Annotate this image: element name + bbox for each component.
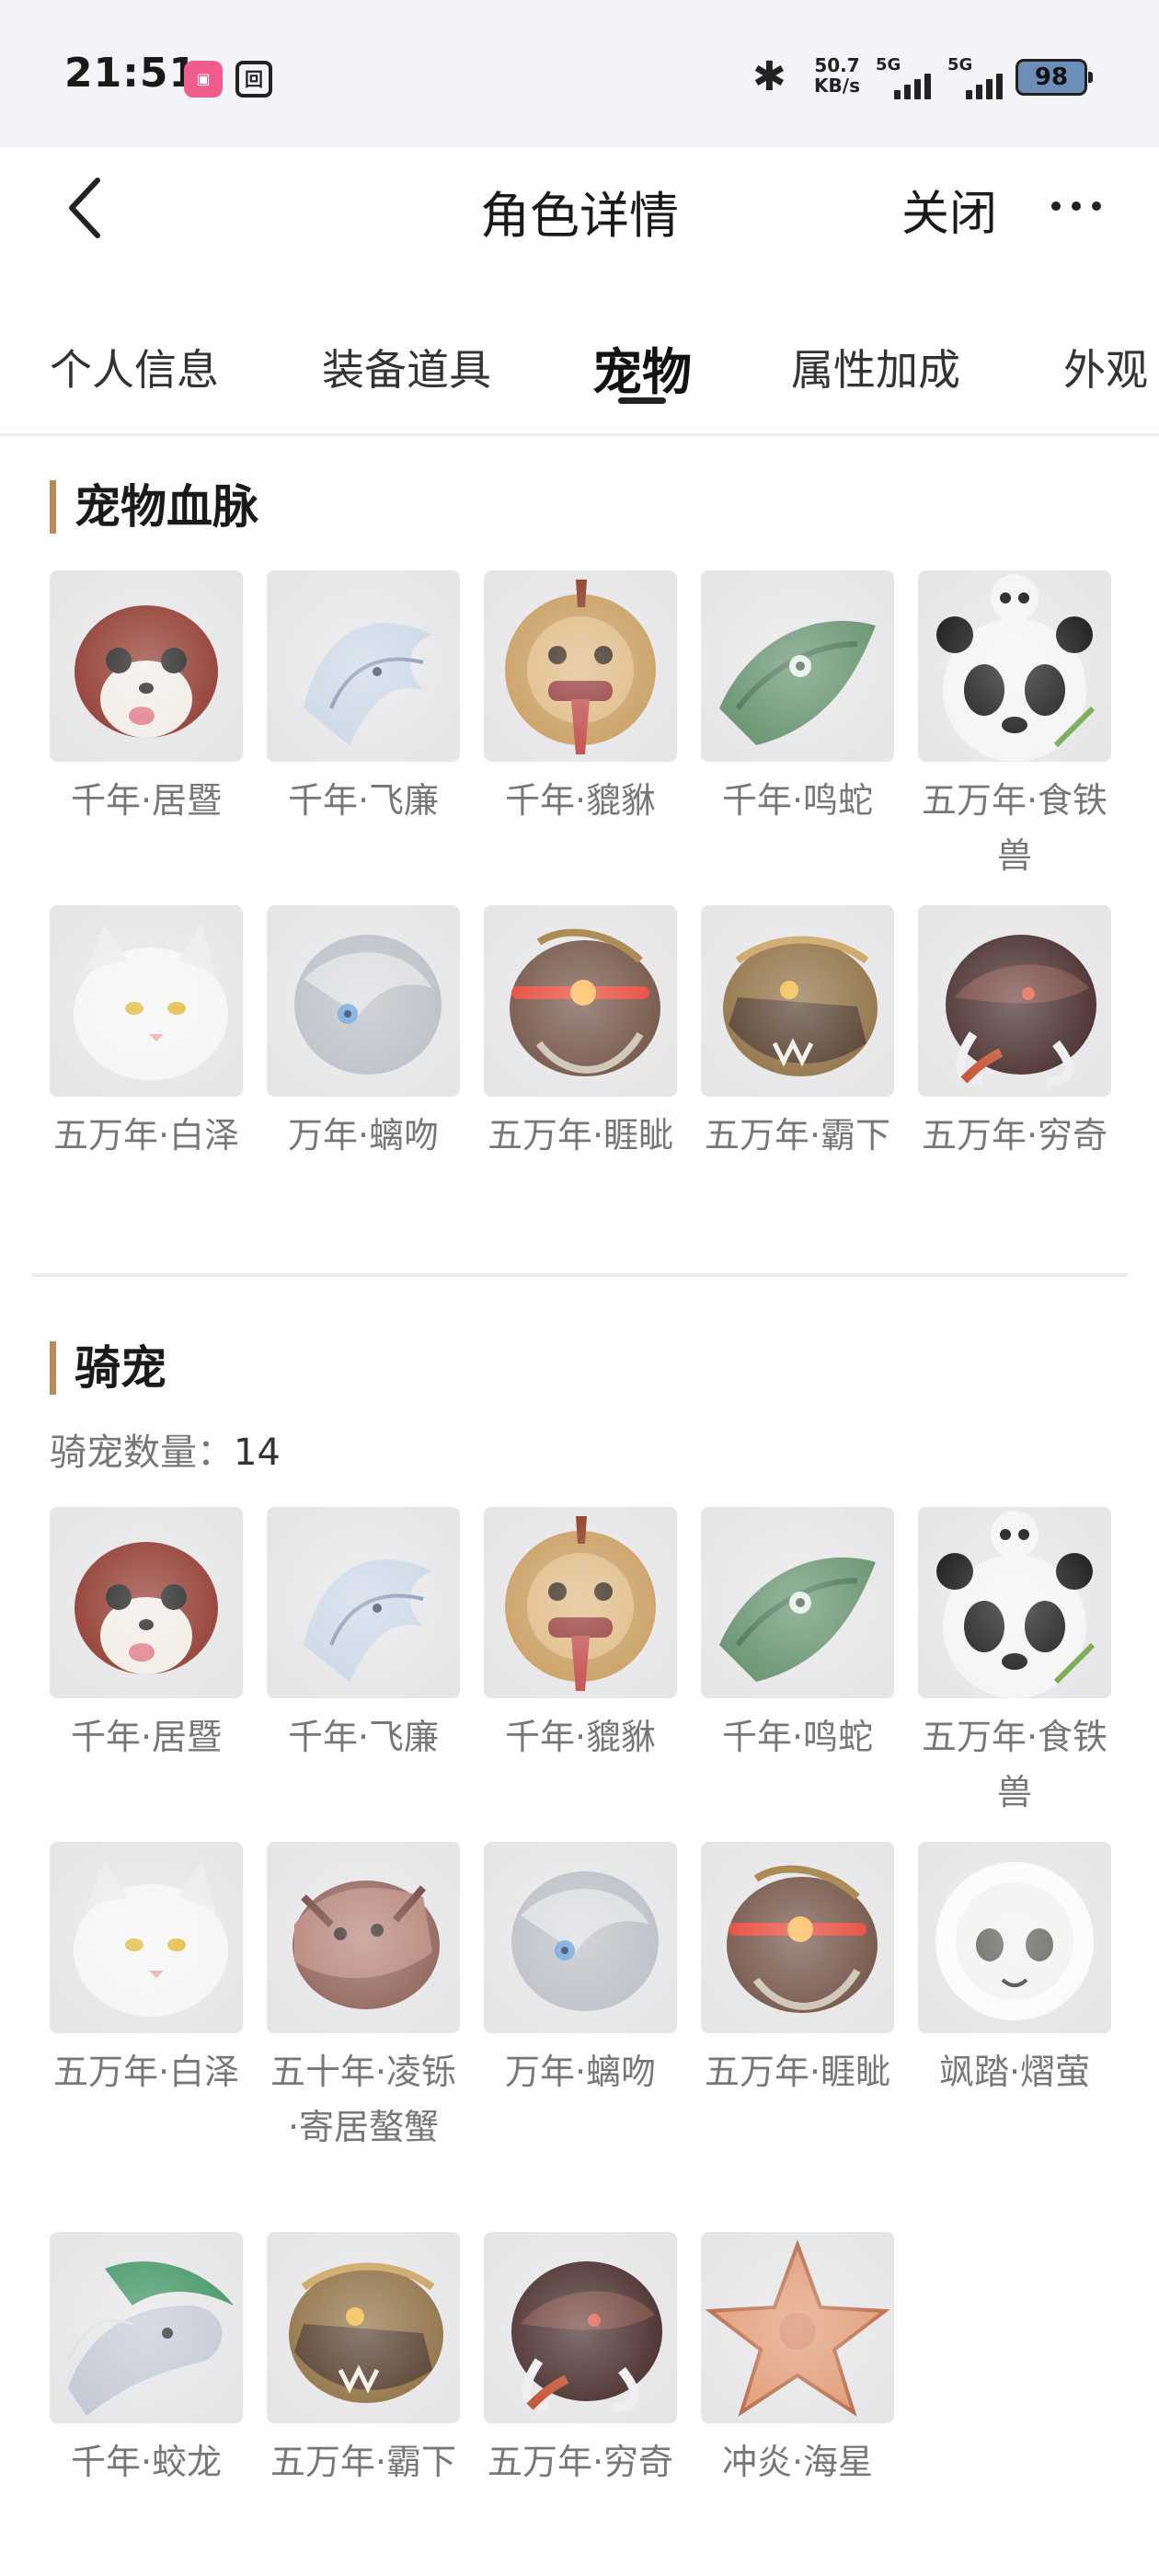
mount-item-label: 五万年·穷奇 — [487, 2442, 674, 2482]
mount-item-label: 千年·鸣蛇 — [721, 1717, 874, 1757]
bloodline-item-label: 千年·鸣蛇 — [721, 780, 874, 821]
bloodline-item-label: 五万年·食铁兽 — [921, 780, 1108, 876]
close-button[interactable]: 关闭 — [901, 175, 997, 244]
dark-tusk-beast-icon — [918, 905, 1111, 1097]
hermit-crab-icon — [267, 1842, 460, 2033]
white-cat-icon — [50, 1842, 243, 2033]
clock: 21:51 — [64, 50, 199, 97]
jiao-dragon-icon — [50, 2232, 243, 2423]
bloodline-item[interactable]: 五万年·睚眦 — [484, 905, 677, 1163]
mount-item-label: 五万年·霸下 — [270, 2442, 457, 2482]
bloodline-item-label: 五万年·霸下 — [704, 1115, 891, 1156]
mount-item[interactable]: 飒踏·熠萤 — [918, 1842, 1111, 2099]
lion-beast-icon — [484, 570, 677, 762]
bloodline-item[interactable]: 千年·飞廉 — [267, 570, 460, 828]
more-dots-icon — [1051, 201, 1101, 211]
mount-item[interactable]: 千年·居暨 — [50, 1507, 243, 1765]
tab-personal-info[interactable]: 个人信息 — [50, 337, 219, 397]
bloodline-item-label: 五万年·白泽 — [52, 1115, 240, 1156]
mount-item[interactable]: 五万年·穷奇 — [484, 2232, 677, 2490]
squirrel-icon — [50, 1507, 243, 1698]
tab-equipment[interactable]: 装备道具 — [322, 337, 491, 397]
bloodline-item-label: 万年·螭吻 — [287, 1115, 440, 1156]
silver-dragon-icon — [484, 1842, 677, 2033]
mount-item[interactable]: 五十年·凌铄·寄居螯蟹 — [267, 1842, 460, 2155]
starfish-icon — [701, 2232, 894, 2423]
bloodline-item-label: 千年·貔貅 — [504, 780, 657, 821]
bloodline-item[interactable]: 千年·貔貅 — [484, 570, 677, 828]
mount-item[interactable]: 万年·螭吻 — [484, 1842, 677, 2099]
green-serpent-icon — [701, 570, 894, 762]
signal-5g-icon: 5G — [876, 55, 949, 99]
bloodline-item[interactable]: 千年·鸣蛇 — [701, 570, 894, 828]
silver-dragon-icon — [267, 905, 460, 1097]
bloodline-section-title: 宠物血脉 — [50, 480, 258, 534]
panda-icon — [918, 1507, 1111, 1698]
mount-item-label: 五万年·睚眦 — [704, 2052, 891, 2092]
gold-dragon-icon — [267, 2232, 460, 2423]
mount-item-label: 五万年·食铁兽 — [921, 1717, 1108, 1812]
red-dragon-icon — [484, 905, 677, 1097]
mount-item-label: 千年·蛟龙 — [70, 2442, 223, 2482]
tab-attribute-bonus[interactable]: 属性加成 — [791, 337, 960, 397]
bloodline-item-label: 五万年·穷奇 — [921, 1115, 1108, 1156]
red-dragon-icon — [701, 1842, 894, 2033]
lion-beast-icon — [484, 1507, 677, 1698]
bloodline-item-label: 千年·飞廉 — [287, 780, 440, 821]
white-puff-icon — [918, 1842, 1111, 2033]
mount-item[interactable]: 千年·蛟龙 — [50, 2232, 243, 2490]
tab-appearance[interactable]: 外观 — [1063, 337, 1148, 397]
white-bird-icon — [267, 570, 460, 762]
tab-bar: 个人信息 装备道具 宠物 属性加成 外观 — [0, 293, 1159, 436]
status-bar: 21:51 ▣ 回 ✱ 50.7 KB/s 5G 5G 98 — [0, 0, 1159, 147]
mount-item-label: 千年·貔貅 — [504, 1717, 657, 1757]
dark-tusk-beast-icon — [484, 2232, 677, 2423]
bloodline-item[interactable]: 万年·螭吻 — [267, 905, 460, 1163]
battery-icon: 98 — [1016, 59, 1093, 96]
squirrel-icon — [50, 570, 243, 762]
mount-item[interactable]: 五万年·霸下 — [267, 2232, 460, 2490]
white-bird-icon — [267, 1507, 460, 1698]
mount-item-label: 五十年·凌铄·寄居螯蟹 — [270, 2052, 457, 2147]
mount-item-label: 千年·居暨 — [70, 1717, 223, 1757]
mount-item[interactable]: 五万年·食铁兽 — [918, 1507, 1111, 1820]
mount-item[interactable]: 千年·鸣蛇 — [701, 1507, 894, 1765]
signal-5g-icon-2: 5G — [947, 55, 1021, 99]
mount-item-label: 冲炎·海星 — [721, 2442, 874, 2482]
mount-item-label: 飒踏·熠萤 — [938, 2052, 1091, 2092]
mount-item-label: 五万年·白泽 — [52, 2052, 240, 2092]
bilibili-app-icon: ▣ — [184, 61, 223, 98]
bloodline-item[interactable]: 千年·居暨 — [50, 570, 243, 828]
bloodline-item[interactable]: 五万年·白泽 — [50, 905, 243, 1163]
panda-icon — [918, 570, 1111, 762]
bloodline-item[interactable]: 五万年·穷奇 — [918, 905, 1111, 1163]
mount-item-label: 千年·飞廉 — [287, 1717, 440, 1757]
mount-item[interactable]: 冲炎·海星 — [701, 2232, 894, 2490]
active-tab-indicator — [618, 397, 666, 404]
more-options-button[interactable] — [1047, 195, 1106, 217]
green-serpent-icon — [701, 1507, 894, 1698]
bloodline-item-label: 千年·居暨 — [70, 780, 223, 821]
bluetooth-icon: ✱ — [752, 53, 786, 100]
mount-item[interactable]: 五万年·白泽 — [50, 1842, 243, 2099]
mount-item[interactable]: 五万年·睚眦 — [701, 1842, 894, 2099]
gold-dragon-icon — [701, 905, 894, 1097]
bloodline-item-label: 五万年·睚眦 — [487, 1115, 674, 1156]
network-speed: 50.7 KB/s — [814, 54, 860, 97]
bloodline-item[interactable]: 五万年·食铁兽 — [918, 570, 1111, 883]
mount-count: 骑宠数量：14 — [50, 1432, 281, 1474]
mount-item[interactable]: 千年·貔貅 — [484, 1507, 677, 1765]
section-divider — [31, 1273, 1128, 1277]
tab-pets[interactable]: 宠物 — [592, 331, 692, 404]
white-cat-icon — [50, 905, 243, 1097]
notification-app-icon: 回 — [235, 61, 272, 98]
mount-item[interactable]: 千年·飞廉 — [267, 1507, 460, 1765]
mount-item-label: 万年·螭吻 — [504, 2052, 657, 2092]
mounts-section-title: 骑宠 — [50, 1341, 166, 1395]
bloodline-item[interactable]: 五万年·霸下 — [701, 905, 894, 1163]
